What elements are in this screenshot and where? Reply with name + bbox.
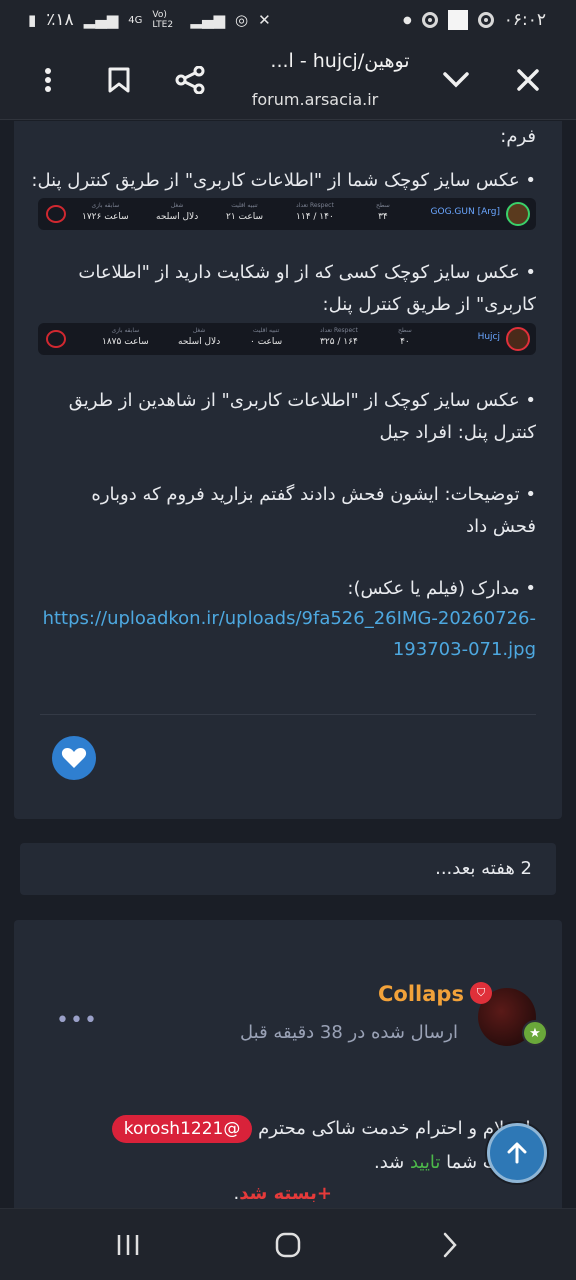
target-stats-text-1: • عکس سایز کوچک کسی که از او شکایت دارید… [78,262,536,283]
stat-job: شغل دلال اسلحه [178,327,221,347]
app-icon [447,10,468,30]
own-stats-image: GOG.GUN [Arg] سطح ۳۴ تعداد Respect ۱۱۴ / ۱… [38,198,536,230]
navigation-bar [0,1208,576,1280]
page-title: توهین/hujcj - ا... [270,50,410,72]
witness-text-2: کنترل پنل: افراد جیل [379,422,537,443]
username[interactable]: Collaps [378,982,464,1006]
battery-percent: ٪۱۸ [46,10,74,30]
clock: ۰۶:۰۲ [503,10,546,30]
heart-icon[interactable] [52,736,96,780]
close-icon[interactable] [506,58,550,102]
status-bar: ▮ ٪۱۸ ▂▄▆ 4G Vo) LTE2 ▂▄▆ ◎ ✕ ● ۰۶:۰۲ [0,0,576,40]
divider [40,714,536,715]
evidence-link-1[interactable]: https://uploadkon.ir/uploads/9fa526_26IM… [43,603,536,635]
server-logo-icon [46,205,66,223]
witness-text-1: • عکس سایز کوچک از "اطلاعات کاربری" از ش… [68,390,536,411]
avatar [506,202,530,226]
browser-toolbar: توهین/hujcj - ا... forum.arsacia.ir [0,40,576,120]
time-gap-text: 2 هفته بعد... [435,858,532,879]
stat-punish: تنبیه اقلیت ۲۱ ساعت [226,202,264,222]
stat-job: شغل دلال اسلحه [156,202,199,222]
stat-respect: تعداد Respect ۱۱۴ / ۱۴۰ [296,202,334,222]
status-right: ● ۰۶:۰۲ [403,10,546,30]
share-icon[interactable] [168,58,212,102]
arrow-up-icon [507,1142,527,1164]
page-url[interactable]: forum.arsacia.ir [215,90,415,109]
target-stats-image: Hujcj سطح ۴۰ تعداد Respect ۳۲۵ / ۱۶۴ تنبیه… [38,323,536,355]
hotspot-icon: ◎ [235,11,249,29]
network-type: 4G [128,14,143,26]
volte-label: Vo) LTE2 [152,10,174,30]
stat-level: سطح ۴۰ [398,327,412,347]
page-content: فرم: • عکس سایز کوچک شما از "اطلاعات کار… [0,121,576,1208]
status-left: ▮ ٪۱۸ ▂▄▆ 4G Vo) LTE2 ▂▄▆ ◎ ✕ [28,10,271,30]
time-gap-box: 2 هفته بعد... [20,843,556,895]
bookmark-icon[interactable] [97,58,141,102]
post-card-complaint: فرم: • عکس سایز کوچک شما از "اطلاعات کار… [14,121,562,819]
stat-respect: تعداد Respect ۳۲۵ / ۱۶۴ [320,327,358,347]
description-text-2: فحش داد [466,516,536,537]
stat-player-name: GOG.GUN [Arg] [430,207,500,217]
star-badge-icon: ★ [522,1020,548,1046]
reply-line-3: +بسته شد. [233,1178,332,1208]
shield-badge-icon: ⛉ [470,982,492,1004]
post-time[interactable]: ارسال شده در 38 دقیقه قبل [240,1022,458,1043]
scroll-top-button[interactable] [487,1123,547,1183]
notification-dot-icon: ● [403,14,412,26]
stat-playtime: سابقه بازی ۱۷۲۶ ساعت [82,202,129,222]
own-stats-text: • عکس سایز کوچک شما از "اطلاعات کاربری" … [31,170,536,191]
post-card-response: ★ ⛉ Collaps ارسال شده در 38 دقیقه قبل ••… [14,920,562,1208]
mention-badge[interactable]: korosh1221@ [111,1115,253,1143]
battery-icon: ▮ [28,11,37,29]
evidence-label: • مدارک (فیلم یا عکس): [347,578,536,599]
signal-icon-2: ▂▄▆ [190,11,226,29]
more-options-icon[interactable]: ••• [56,1008,98,1033]
stat-player-name: Hujcj [477,332,500,342]
approved-text: تایید [409,1152,441,1173]
server-logo-icon [46,330,66,348]
reply-text: شد. [373,1152,405,1173]
recents-icon[interactable] [98,1225,158,1265]
chrome-icon-2 [477,12,494,28]
chevron-down-icon[interactable] [434,58,478,102]
signal-icon: ▂▄▆ [83,11,119,29]
back-icon[interactable] [420,1225,480,1265]
reply-line-1: با سلام و احترام خدمت شاکی محترم korosh1… [111,1113,536,1145]
evidence-link-2[interactable]: 193703-071.jpg [393,634,536,666]
target-stats-text-2: کاربری" از طریق کنترل پنل: [322,294,537,315]
more-vertical-icon[interactable] [26,58,70,102]
description-text-1: • توضیحات: ایشون فحش دادند گفتم بزارید ف… [91,484,536,505]
closed-text: +بسته شد [239,1183,332,1204]
home-icon[interactable] [258,1225,318,1265]
stat-level: سطح ۳۴ [376,202,390,222]
chrome-icon [421,12,438,28]
avatar [506,327,530,351]
stat-playtime: سابقه بازی ۱۸۷۵ ساعت [102,327,149,347]
stat-punish: تنبیه اقلیت ۰ ساعت [250,327,283,347]
form-label: فرم: [500,126,536,147]
mute-icon: ✕ [258,11,271,29]
